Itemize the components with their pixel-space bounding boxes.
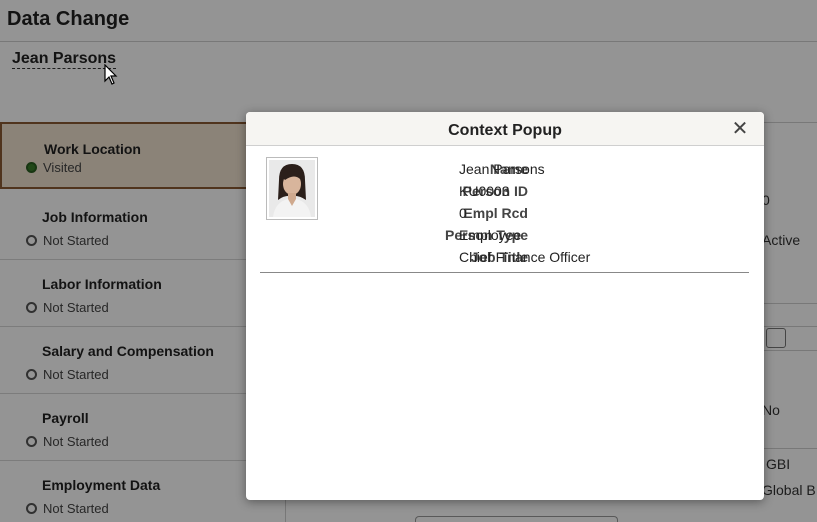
person-photo [266,157,318,220]
field-value: 0 [459,205,467,221]
mouse-cursor-icon [104,64,118,85]
field-row-person-type: Person Type Employee [326,224,746,246]
field-label: Empl Rcd [463,205,528,221]
field-row-person-id: Person ID KU0003 [326,180,746,202]
field-row-empl-rcd: Empl Rcd 0 [326,202,746,224]
close-icon[interactable]: ✕ [731,119,749,139]
field-value: Jean Parsons [459,161,545,177]
field-value: Employee [459,227,522,243]
person-details: Name Jean Parsons Person ID KU0003 Empl … [326,158,746,268]
field-row-job-title: Job Title Chief Finance Officer [326,246,746,268]
field-value: KU0003 [459,183,510,199]
context-popup: Context Popup ✕ Name Jean Parsons Person… [246,112,764,500]
field-row-name: Name Jean Parsons [326,158,746,180]
modal-title: Context Popup [448,122,562,139]
field-value: Chief Finance Officer [459,249,591,265]
modal-divider [260,272,749,273]
modal-header: Context Popup ✕ [246,112,764,146]
